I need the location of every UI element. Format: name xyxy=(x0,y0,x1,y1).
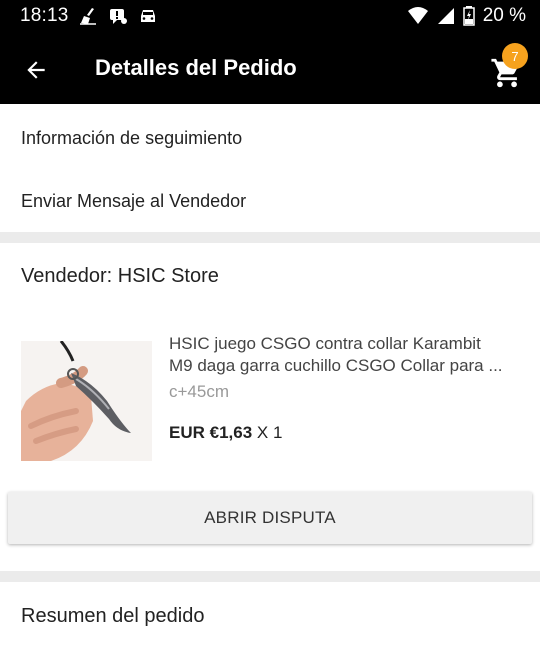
notification-icons xyxy=(78,6,158,26)
car-icon xyxy=(141,10,155,22)
price-row: EUR €1,63 X 1 xyxy=(169,423,282,443)
tracking-info-link[interactable]: Información de seguimiento xyxy=(21,128,242,149)
product-quantity: X 1 xyxy=(256,423,283,442)
app-bar: Detalles del Pedido 7 xyxy=(0,34,540,104)
open-dispute-button[interactable]: ABRIR DISPUTA xyxy=(8,492,532,544)
back-button[interactable] xyxy=(20,54,52,86)
broom-icon xyxy=(80,8,96,25)
product-photo xyxy=(21,341,152,461)
product-price: EUR €1,63 xyxy=(169,423,253,442)
product-title[interactable]: HSIC juego CSGO contra collar Karambit M… xyxy=(169,333,524,377)
status-bar: 18:13 20 % xyxy=(0,0,540,34)
page-title: Detalles del Pedido xyxy=(95,55,297,80)
cart-count-badge: 7 xyxy=(502,43,528,69)
seller-name[interactable]: Vendedor: HSIC Store xyxy=(21,265,219,288)
product-image[interactable] xyxy=(21,341,152,461)
order-summary-card: Resumen del pedido xyxy=(0,582,540,646)
order-actions-card: Información de seguimiento Enviar Mensaj… xyxy=(0,104,540,232)
order-summary-title: Resumen del pedido xyxy=(21,605,205,627)
alert-message-icon xyxy=(110,9,127,24)
arrow-back-icon xyxy=(27,61,45,79)
product-variant: c+45cm xyxy=(169,382,229,401)
product-title-line-1: HSIC juego CSGO contra collar Karambit xyxy=(169,334,481,353)
order-item-card: Vendedor: HSIC Store HSIC juego CSGO con… xyxy=(0,243,540,571)
system-status: 20 % xyxy=(407,5,526,27)
battery-icon xyxy=(462,6,475,26)
battery-percent: 20 % xyxy=(482,5,526,26)
signal-icon xyxy=(437,8,454,24)
product-title-line-2: M9 daga garra cuchillo CSGO Collar para … xyxy=(169,356,503,375)
status-time: 18:13 xyxy=(20,5,69,26)
wifi-icon xyxy=(407,7,428,24)
message-seller-link[interactable]: Enviar Mensaje al Vendedor xyxy=(21,191,246,212)
